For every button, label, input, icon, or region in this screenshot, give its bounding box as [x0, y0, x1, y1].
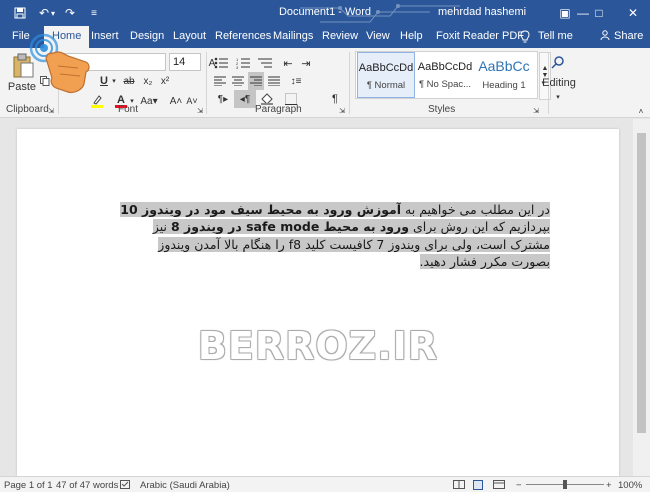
close-icon[interactable]: ✕ — [616, 0, 650, 26]
font-size-box[interactable]: 14 — [169, 53, 201, 71]
share-button[interactable]: Share — [614, 30, 643, 42]
tab-design[interactable]: Design — [130, 30, 164, 42]
justify-icon[interactable] — [266, 72, 282, 90]
tab-mailings[interactable]: Mailings — [273, 30, 313, 42]
styles-gallery: AaBbCcDd ¶ Normal AaBbCcDd ¶ No Spac... … — [355, 51, 538, 99]
page-count[interactable]: Page 1 of 1 — [4, 480, 53, 491]
zoom-slider-thumb[interactable] — [563, 480, 567, 489]
collapse-ribbon-icon[interactable]: ˄ — [636, 102, 646, 120]
document-area: در این مطلب می خواهیم به آموزش ورود به م… — [0, 119, 650, 476]
print-layout-icon[interactable] — [473, 480, 483, 492]
decrease-indent-icon[interactable]: ⇤ — [280, 54, 296, 72]
style-normal[interactable]: AaBbCcDd ¶ Normal — [357, 52, 415, 98]
divider — [206, 52, 207, 114]
pointer-hand-icon — [29, 33, 90, 94]
strikethrough-icon[interactable]: ab — [122, 72, 136, 90]
numbering-icon[interactable]: 123 — [234, 54, 252, 72]
tab-review[interactable]: Review — [322, 30, 358, 42]
share-icon[interactable] — [600, 30, 610, 43]
scrollbar-thumb[interactable] — [637, 133, 646, 433]
zoom-out-button[interactable]: − — [516, 480, 522, 491]
body-text-bold: ورود به محیط safe mode در ویندوز 8 — [170, 219, 410, 235]
zoom-level[interactable]: 100% — [618, 480, 642, 491]
word-count[interactable]: 47 of 47 words — [56, 480, 118, 491]
clipboard-group-label: Clipboard — [6, 104, 49, 115]
increase-indent-icon[interactable]: ⇥ — [298, 54, 314, 72]
document-body-text[interactable]: در این مطلب می خواهیم به آموزش ورود به م… — [118, 201, 550, 270]
tab-view[interactable]: View — [366, 30, 390, 42]
style-heading-1[interactable]: AaBbCс Heading 1 — [475, 52, 533, 98]
style-normal-preview: AaBbCcDd — [358, 62, 414, 74]
align-right-icon[interactable] — [248, 72, 264, 90]
divider — [349, 52, 350, 114]
underline-dropdown-icon[interactable]: ▾ — [110, 72, 118, 90]
body-text-run: در این مطلب می خواهیم به — [401, 202, 550, 217]
tab-layout[interactable]: Layout — [173, 30, 206, 42]
language-indicator[interactable]: Arabic (Saudi Arabia) — [140, 480, 230, 491]
bullets-icon[interactable] — [212, 54, 230, 72]
style-no-spacing-label: ¶ No Spac... — [418, 79, 472, 90]
font-launcher-icon[interactable]: ⇲ — [196, 102, 204, 120]
svg-text:3: 3 — [236, 65, 239, 69]
grow-font-small-icon[interactable]: A˄ — [170, 92, 183, 110]
superscript-icon[interactable]: x² — [158, 72, 172, 90]
body-text-run: بپردازیم که این روش برای — [409, 219, 550, 235]
tab-references[interactable]: References — [215, 30, 271, 42]
user-name[interactable]: mehrdad hashemi — [438, 6, 526, 18]
style-no-spacing-preview: AaBbCcDd — [417, 61, 473, 73]
style-no-spacing[interactable]: AaBbCcDd ¶ No Spac... — [416, 52, 474, 98]
maximize-icon[interactable]: □ — [582, 0, 616, 26]
style-heading-1-label: Heading 1 — [482, 80, 526, 91]
watermark-text: BERROZ.IR — [197, 324, 439, 368]
vertical-scrollbar[interactable] — [633, 119, 650, 476]
underline-icon[interactable]: U — [98, 72, 110, 90]
align-left-icon[interactable] — [212, 72, 228, 90]
change-case-icon[interactable]: Aa▾ — [139, 92, 159, 110]
left-to-right-icon[interactable]: ¶▸ — [212, 90, 234, 108]
proofing-icon[interactable] — [120, 480, 130, 492]
right-to-left-icon[interactable]: ◂¶ — [234, 90, 256, 108]
paragraph-launcher-icon[interactable]: ⇲ — [338, 102, 346, 120]
find-icon[interactable] — [548, 52, 568, 72]
paragraph-group-label: Paragraph — [255, 104, 302, 115]
lightbulb-icon[interactable] — [520, 30, 530, 46]
editing-dropdown-icon[interactable]: ▾ — [553, 88, 563, 106]
subscript-icon[interactable]: x₂ — [141, 72, 155, 90]
web-layout-icon[interactable] — [493, 480, 505, 492]
align-center-icon[interactable] — [230, 72, 246, 90]
tab-foxit-reader-pdf[interactable]: Foxit Reader PDF — [436, 30, 524, 42]
line-spacing-icon[interactable]: ↕≡ — [286, 72, 306, 90]
tell-me-search[interactable]: Tell me — [538, 30, 573, 42]
title-bar: ↶ ▾ ↷ ≡ Document1 - Word mehrdad hashemi… — [0, 0, 650, 26]
clipboard-launcher-icon[interactable]: ⇲ — [47, 102, 55, 120]
style-normal-label: ¶ Normal — [366, 80, 406, 91]
body-text-bold: آموزش ورود به محیط سیف مود در ویندوز 10 — [120, 202, 402, 217]
tab-help[interactable]: Help — [400, 30, 423, 42]
read-mode-icon[interactable] — [453, 480, 465, 492]
document-page[interactable]: در این مطلب می خواهیم به آموزش ورود به م… — [17, 129, 619, 476]
status-bar: Page 1 of 1 47 of 47 words Arabic (Saudi… — [0, 476, 650, 492]
font-group-label: Font — [118, 104, 139, 115]
zoom-in-button[interactable]: + — [606, 480, 612, 491]
styles-launcher-icon[interactable]: ⇲ — [532, 102, 540, 120]
multilevel-list-icon[interactable] — [256, 54, 274, 72]
styles-group-label: Styles — [428, 104, 456, 115]
style-heading-1-preview: AaBbCс — [478, 58, 530, 74]
